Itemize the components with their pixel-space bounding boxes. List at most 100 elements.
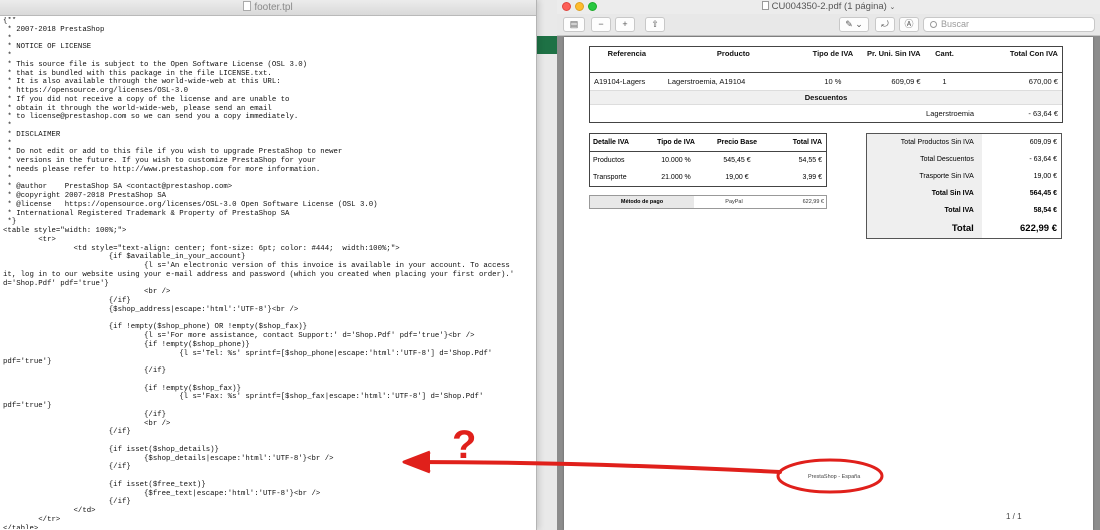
editor-titlebar[interactable]: footer.tpl [0, 0, 536, 16]
invoice-header-row: Referencia Producto Tipo de IVA Pr. Uni.… [590, 47, 1062, 73]
code-line: {$free_text|escape:'html':'UTF-8'}<br /> [3, 489, 321, 498]
code-line: * International Registered Trademark & P… [3, 209, 290, 218]
viewer-title: CU004350-2.pdf (1 página) [771, 1, 887, 12]
grand-total-value: 622,99 € [1020, 223, 1057, 234]
pdf-icon [761, 1, 769, 10]
code-line: * If you did not receive a copy of the l… [3, 95, 290, 104]
tax-cell: Transporte [593, 174, 627, 181]
pdf-footer-text: PrestaShop - España [808, 474, 861, 480]
code-line: * DISCLAIMER [3, 130, 61, 139]
code-line: </tr> [3, 515, 61, 524]
code-line: * NOTICE OF LICENSE [3, 43, 92, 52]
pdf-viewer-window: CU004350-2.pdf (1 página) ⌄ ▤ − + ⇧ ✎ ⌄ … [557, 0, 1100, 530]
totals-label: Total Descuentos [867, 151, 982, 168]
discounts-title: Descuentos [590, 91, 1062, 105]
pen-icon: ✎ ⌄ [845, 19, 863, 29]
zoom-out-button[interactable]: − [591, 17, 611, 32]
cell-unit-price: 609,09 € [891, 77, 921, 86]
totals-label: Trasporte Sin IVA [867, 168, 982, 185]
code-line: </table> [3, 524, 39, 530]
totals-value: - 63,64 € [1029, 156, 1057, 163]
code-line: {l s='Fax: %s' sprintf=[$shop_fax|escape… [3, 393, 484, 402]
invoice-table: Referencia Producto Tipo de IVA Pr. Uni.… [589, 46, 1063, 123]
totals-value: 564,45 € [1029, 190, 1057, 197]
header-total: Total Con IVA [1009, 49, 1058, 58]
code-line: {if !empty($shop_phone)} [3, 340, 250, 349]
code-line: <tr> [3, 235, 56, 244]
code-line: <td style="text-align: center; font-size… [3, 244, 400, 253]
annotate-button[interactable]: Ⓐ [899, 17, 919, 32]
code-line: {/if} [3, 428, 131, 437]
cell-reference: A19104-Lagers [594, 77, 646, 86]
grand-total-row: Total 622,99 € [867, 219, 1061, 238]
close-window-button[interactable] [562, 2, 571, 11]
payment-amount: 622,99 € [802, 199, 824, 205]
code-line: {l s='An electronic version of this invo… [3, 262, 510, 270]
code-line: it, log in to our website using your e-m… [3, 270, 515, 279]
code-line: * needs please refer to http://www.prest… [3, 165, 321, 174]
code-line: {$shop_details|escape:'html':'UTF-8'}<br… [3, 454, 334, 463]
tax-header-type: Tipo de IVA [657, 139, 695, 146]
totals-label: Total Sin IVA [867, 185, 982, 202]
tax-cell: 545,45 € [723, 157, 751, 164]
discount-value: - 63,64 € [1028, 109, 1058, 118]
minimize-window-button[interactable] [575, 2, 584, 11]
code-line: {/if} [3, 498, 131, 507]
desktop: footer.tpl {** * 2007-2018 PrestaShop * … [0, 0, 1100, 530]
code-line: {** [3, 17, 17, 25]
grand-total-label: Total [867, 219, 982, 238]
zoom-in-button[interactable]: + [615, 17, 635, 32]
share-button[interactable]: ⇧ [645, 17, 665, 32]
code-line: * This source file is subject to the Ope… [3, 60, 308, 69]
code-line: {/if} [3, 367, 167, 375]
cell-product: Lagerstroemia, A19104 [667, 77, 746, 86]
markup-icon: Ⓐ [904, 19, 914, 29]
code-line: * [3, 122, 12, 130]
code-line: * obtain it through the world-wide-web, … [3, 104, 272, 113]
spreadsheet-header-block [536, 36, 558, 54]
header-tax-type: Tipo de IVA [812, 49, 854, 58]
code-line: * @author PrestaShop SA <contact@prestas… [3, 183, 233, 192]
tax-detail-table: Detalle IVA Tipo de IVA Precio Base Tota… [589, 133, 827, 187]
code-line: {l s='For more assistance, contact Suppo… [3, 332, 475, 340]
code-line: * 2007-2018 PrestaShop [3, 25, 105, 34]
code-line: * [3, 52, 12, 60]
viewer-titlebar[interactable]: CU004350-2.pdf (1 página) ⌄ [557, 0, 1100, 14]
totals-value: 19,00 € [1033, 173, 1057, 180]
header-qty: Cant. [935, 49, 954, 58]
totals-row: Trasporte Sin IVA 19,00 € [867, 168, 1061, 185]
totals-value: 609,09 € [1029, 139, 1057, 146]
payment-method: PayPal [725, 199, 743, 205]
cell-total: 670,00 € [1028, 77, 1058, 86]
code-text-area[interactable]: {** * 2007-2018 PrestaShop * * NOTICE OF… [3, 17, 535, 529]
totals-row: Total Sin IVA 564,45 € [867, 185, 1061, 202]
code-line: {$shop_address|escape:'html':'UTF-8'}<br… [3, 305, 299, 314]
totals-row: Total Productos Sin IVA 609,09 € [867, 134, 1061, 151]
code-line: * It is also available through the world… [3, 78, 281, 87]
zoom-in-icon: + [622, 19, 628, 29]
code-line: *} [3, 218, 17, 227]
chevron-down-icon[interactable]: ⌄ [889, 4, 895, 11]
code-line: <table style="width: 100%;"> [3, 227, 127, 235]
sidebar-toggle-button[interactable]: ▤ [563, 17, 585, 32]
code-line: * @license https://opensource.org/licens… [3, 200, 378, 209]
code-line: * [3, 174, 12, 183]
code-line: pdf='true'} [3, 402, 52, 410]
tax-header-base: Precio Base [716, 139, 758, 146]
tax-cell: 21.000 % [661, 174, 691, 181]
zoom-window-button[interactable] [588, 2, 597, 11]
search-input[interactable]: Buscar [923, 17, 1095, 32]
header-product: Producto [716, 49, 750, 58]
markup-pen-button[interactable]: ✎ ⌄ [839, 17, 869, 32]
rotate-button[interactable]: ⤾ [875, 17, 895, 32]
tax-cell: 3,99 € [802, 174, 822, 181]
code-line: {/if} [3, 463, 131, 472]
code-line: <br /> [3, 288, 171, 297]
table-row: Transporte 21.000 % 19,00 € 3,99 € [590, 169, 826, 186]
tax-header-detail: Detalle IVA [593, 139, 630, 146]
header-unit-price: Pr. Uni. Sin IVA [866, 49, 921, 58]
code-line: {/if} [3, 297, 131, 305]
